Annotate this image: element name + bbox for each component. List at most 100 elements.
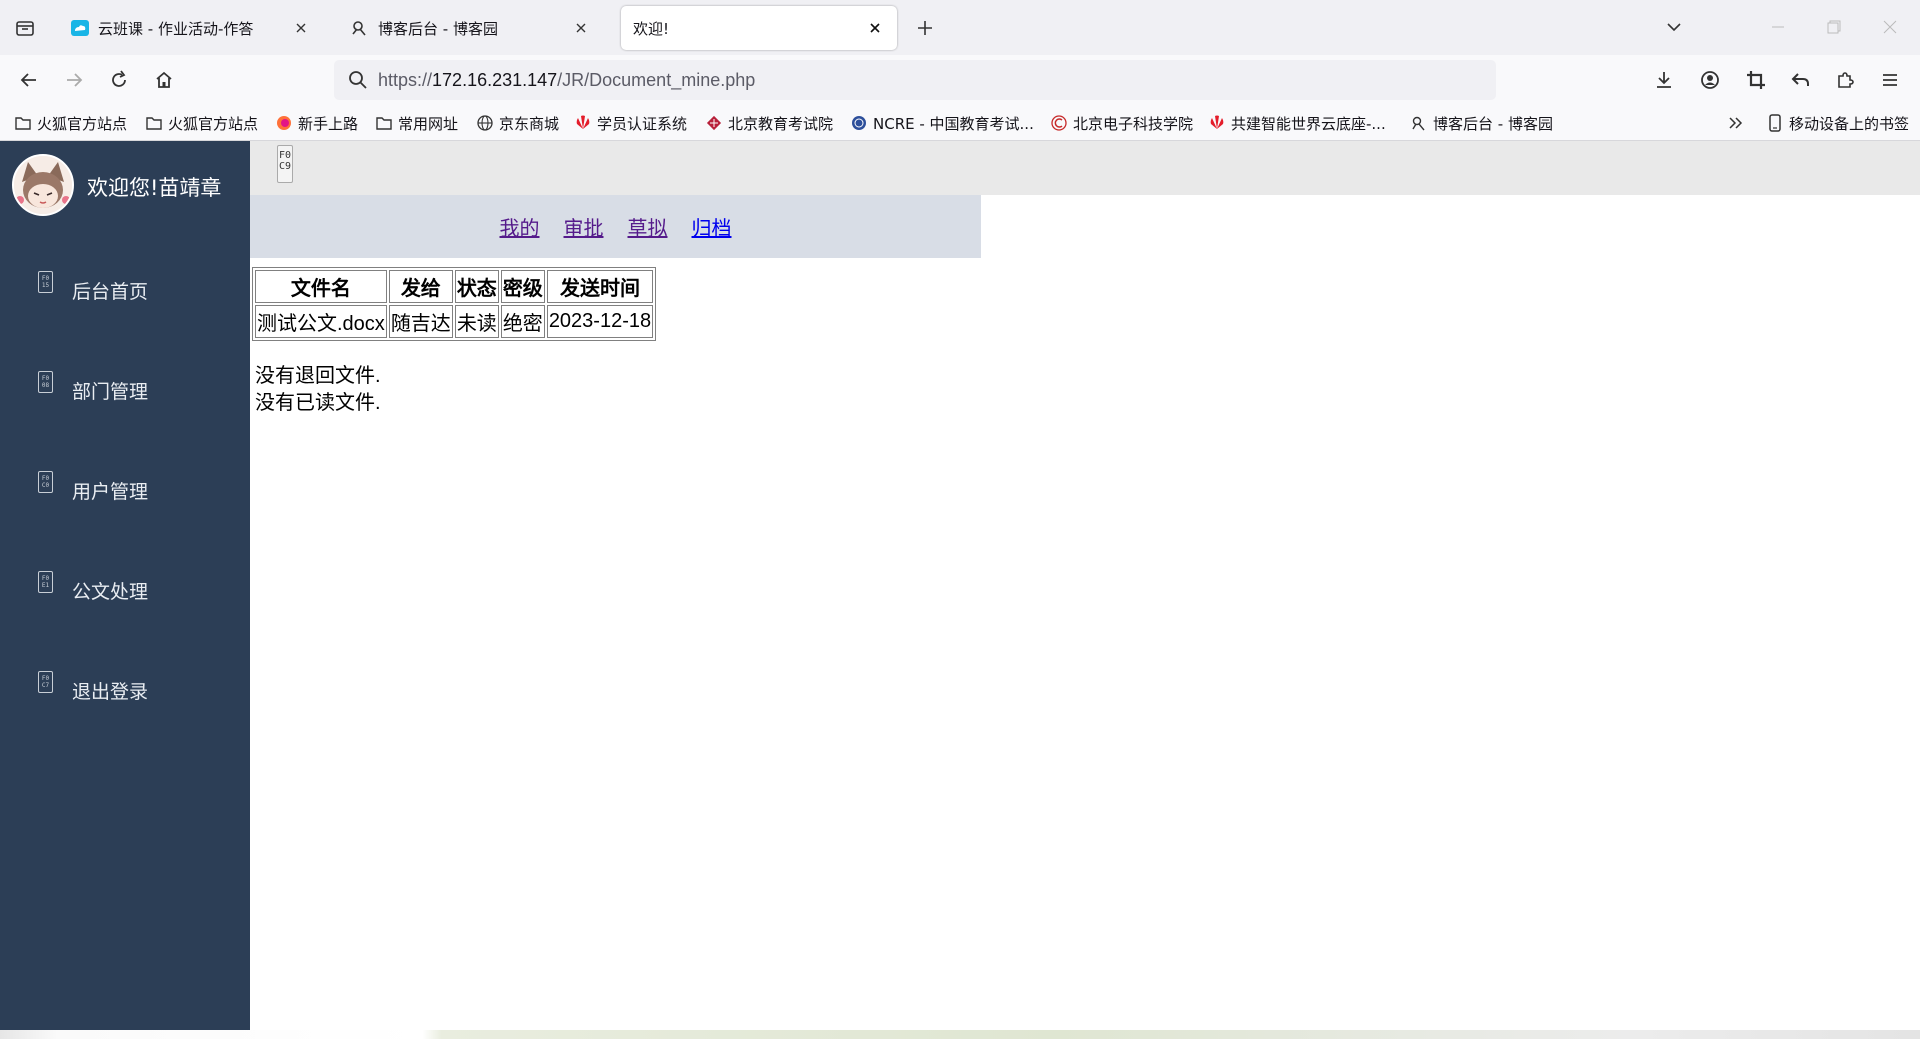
bookmark-item[interactable]: 常用网址 — [375, 112, 458, 134]
cell-classification: 绝密 — [500, 305, 545, 338]
bookmark-item[interactable]: 北京教育考试院 — [705, 112, 833, 134]
bookmark-item[interactable]: 新手上路 — [275, 112, 358, 134]
bookmark-label: 博客后台 - 博客园 — [1433, 114, 1553, 133]
ncre-icon — [850, 114, 868, 132]
new-tab-plus-icon[interactable] — [910, 13, 940, 43]
subnav-link-mine[interactable]: 我的 — [500, 212, 540, 241]
bjeea-icon — [705, 114, 723, 132]
screenshot-crop-icon[interactable] — [1739, 63, 1773, 97]
table-row: 测试公文.docx 随吉达 未读 绝密 2023-12-18 — [255, 305, 654, 338]
bookmark-item[interactable]: 火狐官方站点 — [145, 112, 258, 134]
browser-tab-strip: 云班课 - 作业活动-作答 博客后台 - 博客园 欢迎! — [0, 0, 1920, 55]
column-header: 文件名 — [255, 270, 387, 303]
besti-icon — [1050, 114, 1068, 132]
bookmark-item[interactable]: 学员认证系统 — [574, 112, 687, 134]
bookmark-item[interactable]: 北京电子科技学院 — [1050, 112, 1193, 134]
browser-nav-bar: https://172.16.231.147/JR/Document_mine.… — [0, 55, 1920, 105]
toggle-menu-icon[interactable]: F0 C9 — [277, 145, 293, 183]
sidebar-item-departments[interactable]: F0 08 部门管理 — [0, 361, 250, 417]
main-panel: F0 C9 我的 审批 草拟 归档 文件名 发给 状态 密级 发送时间 测试公文… — [250, 141, 1920, 1030]
welcome-text: 欢迎您!苗靖章 — [87, 176, 222, 200]
folder-icon — [375, 114, 393, 132]
sidebar-item-documents[interactable]: F0 E1 公文处理 — [0, 561, 250, 617]
no-read-message: 没有已读文件. — [255, 392, 381, 414]
tab-title: 云班课 - 作业活动-作答 — [98, 19, 254, 38]
bookmark-label: 北京电子科技学院 — [1073, 114, 1194, 133]
cnblogs-icon — [350, 18, 370, 38]
huawei-icon — [1208, 114, 1226, 132]
minimize-icon[interactable] — [1758, 12, 1798, 42]
subnav-link-archive[interactable]: 归档 — [692, 212, 732, 241]
sidebar-item-label: 退出登录 — [72, 681, 149, 703]
close-icon[interactable] — [865, 18, 885, 38]
restore-icon[interactable] — [1814, 12, 1854, 42]
subnav-link-approve[interactable]: 审批 — [564, 212, 604, 241]
sidebar-item-dashboard[interactable]: F0 15 后台首页 — [0, 261, 250, 317]
bookmark-item[interactable]: NCRE - 中国教育考试... — [850, 112, 1034, 134]
column-header: 发给 — [388, 270, 453, 303]
sidebar: 欢迎您!苗靖章 F0 15 后台首页 F0 08 部门管理 F0 C0 用户管理… — [0, 141, 250, 1030]
folder-icon — [14, 114, 32, 132]
cnblogs-icon — [1410, 114, 1428, 132]
firefox-icon — [275, 114, 293, 132]
cell-filename: 测试公文.docx — [255, 305, 387, 338]
column-header: 密级 — [500, 270, 545, 303]
sidebar-item-label: 后台首页 — [72, 281, 149, 303]
taskbar-strip — [0, 1030, 1920, 1039]
avatar — [12, 154, 74, 216]
reload-icon[interactable] — [102, 63, 136, 97]
bookmark-item[interactable]: 博客后台 - 博客园 — [1410, 112, 1553, 134]
bookmark-label: 移动设备上的书签 — [1789, 114, 1910, 133]
cell-status: 未读 — [454, 305, 499, 338]
sidebar-item-logout[interactable]: F0 C7 退出登录 — [0, 661, 250, 717]
bookmark-item[interactable]: 火狐官方站点 — [14, 112, 127, 134]
sidebar-item-label: 部门管理 — [72, 381, 149, 403]
bookmarks-overflow-chevron-icon[interactable] — [1728, 112, 1744, 134]
tab-title: 博客后台 - 博客园 — [378, 19, 498, 38]
cell-send-date: 2023-12-18 — [546, 305, 654, 338]
mobile-bookmarks[interactable]: 移动设备上的书签 — [1766, 112, 1909, 134]
back-arrow-icon[interactable] — [12, 63, 46, 97]
menu-hamburger-icon[interactable] — [1873, 63, 1907, 97]
home-icon[interactable] — [147, 63, 181, 97]
web-page: 欢迎您!苗靖章 F0 15 后台首页 F0 08 部门管理 F0 C0 用户管理… — [0, 141, 1920, 1030]
subnav-link-draft[interactable]: 草拟 — [628, 212, 668, 241]
bookmarks-toolbar: 火狐官方站点 火狐官方站点 新手上路 常用网址 京东商城 学员认证系统 北京教育… — [0, 105, 1920, 141]
sidebar-item-label: 公文处理 — [72, 581, 149, 603]
mobile-device-icon — [1766, 114, 1784, 132]
bookmark-label: 火狐官方站点 — [168, 114, 259, 133]
department-icon: F0 08 — [38, 371, 53, 393]
huawei-icon — [574, 114, 592, 132]
search-icon — [338, 60, 378, 100]
extensions-puzzle-icon[interactable] — [1828, 63, 1862, 97]
list-all-tabs-chevron-icon[interactable] — [1654, 12, 1694, 42]
table-header-row: 文件名 发给 状态 密级 发送时间 — [255, 270, 654, 303]
document-table: 文件名 发给 状态 密级 发送时间 测试公文.docx 随吉达 未读 绝密 20… — [252, 267, 657, 341]
bookmark-label: NCRE - 中国教育考试... — [873, 114, 1034, 133]
sidebar-item-users[interactable]: F0 C0 用户管理 — [0, 461, 250, 517]
window-close-icon[interactable] — [1870, 12, 1910, 42]
home-icon: F0 15 — [38, 271, 53, 293]
bookmark-label: 京东商城 — [499, 114, 560, 133]
download-icon[interactable] — [1647, 63, 1681, 97]
logout-icon: F0 C7 — [38, 671, 53, 693]
address-bar[interactable]: https://172.16.231.147/JR/Document_mine.… — [334, 60, 1496, 100]
cell-recipient: 随吉达 — [388, 305, 453, 338]
tab-title: 欢迎! — [633, 19, 670, 38]
tab-overview-icon[interactable] — [10, 13, 40, 43]
bookmark-item[interactable]: 共建智能世界云底座-... — [1208, 112, 1386, 134]
close-icon[interactable] — [291, 18, 311, 38]
globe-icon — [476, 114, 494, 132]
tab-cnblogs[interactable]: 博客后台 - 博客园 — [338, 6, 603, 50]
folder-icon — [145, 114, 163, 132]
close-icon[interactable] — [571, 18, 591, 38]
tab-welcome[interactable]: 欢迎! — [621, 6, 897, 50]
account-icon[interactable] — [1693, 63, 1727, 97]
top-strip: F0 C9 — [250, 141, 1920, 195]
bookmark-label: 新手上路 — [298, 114, 359, 133]
bookmark-item[interactable]: 京东商城 — [476, 112, 559, 134]
bookmark-label: 常用网址 — [398, 114, 459, 133]
tab-cloud-class[interactable]: 云班课 - 作业活动-作答 — [58, 6, 323, 50]
forward-arrow-icon[interactable] — [57, 63, 91, 97]
undo-arrow-icon[interactable] — [1784, 63, 1818, 97]
